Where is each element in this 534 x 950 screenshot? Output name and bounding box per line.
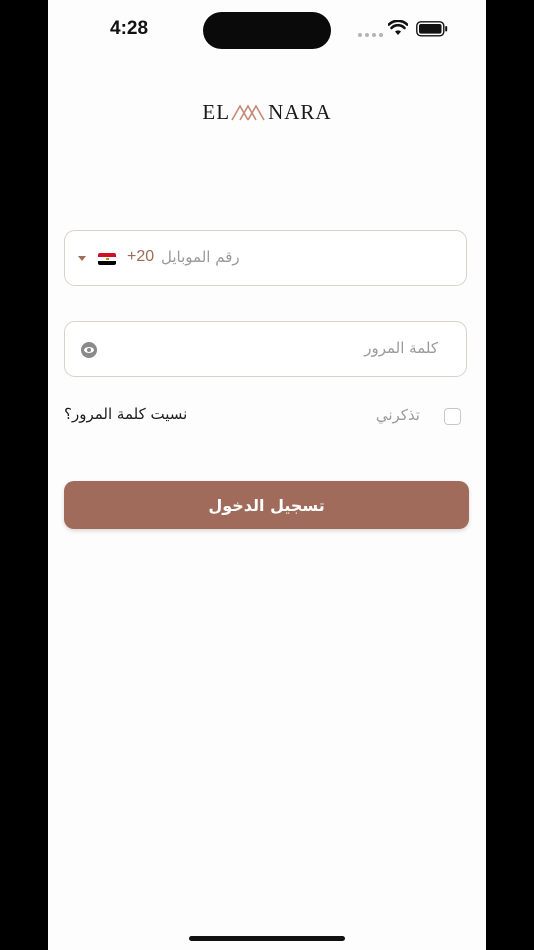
dynamic-island xyxy=(203,12,331,49)
forgot-password-link[interactable]: نسيت كلمة المرور؟ xyxy=(64,405,187,423)
password-placeholder: كلمة المرور xyxy=(364,339,438,357)
remember-me-checkbox[interactable] xyxy=(444,408,461,425)
battery-icon xyxy=(416,21,448,37)
logo-mark-icon xyxy=(231,104,265,121)
password-input[interactable]: كلمة المرور xyxy=(64,321,467,377)
status-time: 4:28 xyxy=(110,18,149,39)
wifi-icon xyxy=(388,20,408,35)
country-code[interactable]: +20 xyxy=(127,248,154,266)
logo-text-left: EL xyxy=(202,99,231,124)
egypt-flag-icon[interactable] xyxy=(98,253,116,265)
logo-text-right: NARA xyxy=(268,99,332,124)
cellular-signal-icon xyxy=(358,33,383,37)
remember-me-label[interactable]: تذكرني xyxy=(376,406,420,424)
login-button[interactable]: تسجيل الدخول xyxy=(64,481,469,529)
elmanara-logo: EL NARA xyxy=(48,98,486,126)
phone-input[interactable]: +20 رقم الموبايل xyxy=(64,230,467,286)
home-indicator xyxy=(189,936,345,941)
eye-icon[interactable] xyxy=(80,342,98,358)
phone-placeholder: رقم الموبايل xyxy=(161,248,240,266)
caret-down-icon[interactable] xyxy=(77,255,87,262)
app-screen: 4:28 EL NARA +20 رقم الموبايل كلمة المرو… xyxy=(48,0,486,950)
